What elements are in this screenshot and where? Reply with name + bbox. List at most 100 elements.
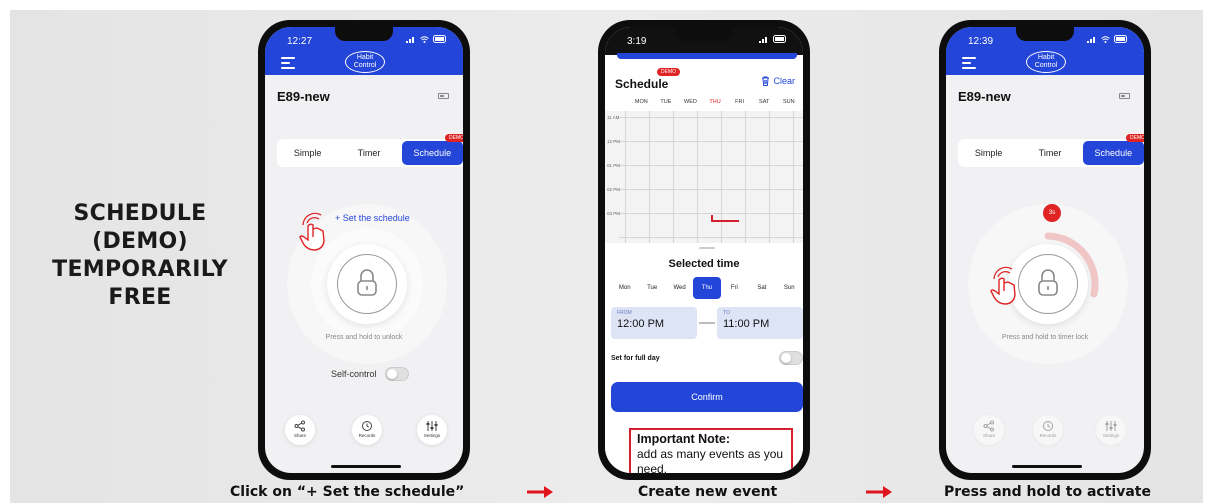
trash-icon (762, 76, 770, 86)
notch (675, 27, 733, 41)
confirm-button[interactable]: Confirm (611, 382, 803, 412)
arrow-right-icon (866, 486, 892, 498)
sheet-handle[interactable] (699, 247, 715, 249)
tab-timer[interactable]: Timer (338, 139, 399, 167)
device-battery-icon (438, 93, 449, 99)
status-bar: 12:27 (265, 27, 463, 53)
settings-button[interactable]: Settings (1096, 415, 1126, 445)
menu-icon[interactable] (281, 57, 295, 72)
device-name: E89-new (958, 89, 1011, 104)
important-note: Important Note: add as many events as yo… (629, 428, 793, 473)
caption-step-3: Press and hold to activate (944, 484, 1151, 500)
weekday-header: MON TUE WED THU FRI SAT SUN (634, 99, 795, 105)
timer-lock-hint: Press and hold to timer lock (1001, 334, 1089, 341)
tap-hand-icon (299, 212, 325, 251)
demo-badge: DEMO (657, 68, 680, 76)
day-sat[interactable]: Sat (748, 277, 775, 299)
status-time: 12:27 (287, 36, 313, 47)
battery-icon (433, 35, 446, 43)
menu-icon[interactable] (962, 57, 976, 72)
demo-badge: DEMO (1126, 134, 1144, 142)
signal-icon (1087, 36, 1095, 43)
device-name: E89-new (277, 89, 330, 104)
share-button[interactable]: Share (974, 415, 1004, 445)
history-icon (1043, 421, 1053, 431)
caption-step-1: Click on “+ Set the schedule” (230, 484, 465, 500)
weekday-picker: Mon Tue Wed Thu Fri Sat Sun (611, 277, 803, 299)
phone-step-3: 12:39 Habit Control E89-new Simple Timer… (939, 20, 1151, 480)
tab-simple[interactable]: Simple (277, 139, 338, 167)
tab-schedule[interactable]: Schedule (1082, 141, 1144, 165)
status-time: 3:19 (627, 36, 647, 47)
day-fri[interactable]: Fri (721, 277, 748, 299)
tap-hand-icon (990, 266, 1016, 305)
self-control-toggle[interactable] (385, 367, 409, 381)
device-battery-icon (1119, 93, 1130, 99)
range-dash (699, 322, 715, 324)
unlock-hint: Press and hold to unlock (325, 334, 403, 341)
day-thu[interactable]: Thu (693, 277, 721, 299)
phone-step-1: 12:27 Habit Control E89-new Simple Timer… (258, 20, 470, 480)
tab-simple[interactable]: Simple (958, 139, 1019, 167)
history-icon (362, 421, 372, 431)
arrow-right-icon (527, 486, 553, 498)
home-indicator (331, 465, 401, 468)
signal-icon (406, 36, 414, 43)
share-button[interactable]: Share (285, 415, 315, 445)
lock-button[interactable] (327, 244, 407, 324)
day-sun[interactable]: Sun (776, 277, 803, 299)
day-tue[interactable]: Tue (638, 277, 665, 299)
lock-icon (357, 269, 377, 296)
screen-schedule: 3:19 Schedule DEMO Clear MON TUE WED THU… (605, 27, 803, 473)
hour-label: 03 PM (607, 211, 621, 216)
settings-button[interactable]: Settings (417, 415, 447, 445)
full-day-label: Set for full day (611, 355, 660, 362)
records-button[interactable]: Records (352, 415, 382, 445)
status-icons (1087, 35, 1128, 43)
demo-badge: DEMO (445, 134, 463, 142)
share-icon (983, 420, 994, 432)
home-indicator (1012, 465, 1082, 468)
tab-timer[interactable]: Timer (1019, 139, 1080, 167)
full-day-toggle[interactable] (779, 351, 803, 365)
schedule-title: Schedule (615, 77, 669, 91)
battery-icon (773, 35, 786, 43)
set-schedule-link[interactable]: + Set the schedule (335, 213, 410, 223)
hour-label: 02 PM (607, 187, 621, 192)
hour-label: 01 PM (607, 163, 621, 168)
countdown-badge: 3s (1043, 204, 1061, 222)
tab-schedule[interactable]: Schedule (401, 141, 463, 165)
phone-step-2: 3:19 Schedule DEMO Clear MON TUE WED THU… (598, 20, 810, 480)
caption-step-2: Create new event (638, 484, 778, 500)
hour-label: 12 PM (607, 139, 621, 144)
app-logo: Habit Control (345, 51, 385, 73)
sliders-icon (426, 421, 438, 431)
status-bar: 12:39 (946, 27, 1144, 53)
day-mon[interactable]: Mon (611, 277, 638, 299)
mode-tabs: Simple Timer Schedule (277, 139, 463, 167)
event-marker (711, 216, 739, 222)
mode-tabs: Simple Timer Schedule (958, 139, 1144, 167)
status-icons (759, 35, 787, 43)
hour-label: 11 AM (607, 115, 620, 120)
status-time: 12:39 (968, 36, 994, 47)
day-wed[interactable]: Wed (666, 277, 693, 299)
promo-headline: SCHEDULE (DEMO) TEMPORARILY FREE (52, 201, 228, 310)
sliders-icon (1105, 421, 1117, 431)
schedule-grid[interactable]: 11 AM 12 PM 01 PM 02 PM 03 PM (605, 111, 803, 243)
signal-icon (759, 36, 767, 43)
selected-time-sheet: Selected time Mon Tue Wed Thu Fri Sat Su… (605, 243, 803, 473)
wifi-icon (1101, 35, 1110, 43)
screen-timer-lock: 12:39 Habit Control E89-new Simple Timer… (946, 27, 1144, 473)
status-icons (406, 35, 447, 43)
clear-button[interactable]: Clear (761, 76, 795, 86)
wifi-icon (420, 35, 429, 43)
share-icon (294, 420, 305, 432)
self-control-label: Self-control (331, 369, 377, 379)
sheet-title: Selected time (668, 258, 740, 270)
records-button[interactable]: Records (1033, 415, 1063, 445)
from-time-field[interactable]: FROM 12:00 PM (611, 307, 697, 339)
screen-main: 12:27 Habit Control E89-new Simple Timer… (265, 27, 463, 473)
to-time-field[interactable]: TO 11:00 PM (717, 307, 803, 339)
app-logo: Habit Control (1026, 51, 1066, 73)
